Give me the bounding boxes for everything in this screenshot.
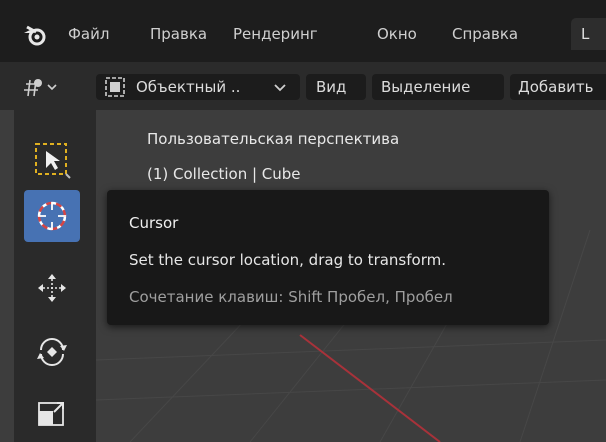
mode-dropdown[interactable]: Объектный .. <box>96 74 300 100</box>
tooltip-title: Cursor <box>129 214 179 232</box>
perspective-label: Пользовательская перспектива <box>147 130 400 148</box>
select-box-tool[interactable] <box>24 134 80 186</box>
menu-file[interactable]: Файл <box>68 24 109 44</box>
cursor-icon <box>37 201 67 231</box>
select-menu-button[interactable]: Выделение <box>372 74 504 100</box>
tooltip-shortcut: Сочетание клавиш: Shift Пробел, Пробел <box>129 288 453 306</box>
cursor-tool[interactable] <box>24 190 80 242</box>
editor-type-button[interactable] <box>20 74 84 100</box>
tooltip-description: Set the cursor location, drag to transfo… <box>129 251 446 269</box>
move-icon <box>38 274 66 302</box>
chevron-down-icon <box>274 84 286 92</box>
view-menu-button[interactable]: Вид <box>306 74 366 100</box>
workspace-tab[interactable]: L <box>571 18 606 50</box>
select-box-icon <box>35 143 71 179</box>
x-axis-line <box>299 334 441 442</box>
menu-window[interactable]: Окно <box>377 24 417 44</box>
top-menu-bar: Файл Правка Рендеринг Окно Справка L <box>0 0 606 62</box>
collection-label: (1) Collection | Cube <box>147 165 301 183</box>
viewport-header: Объектный .. Вид Выделение Добавить <box>0 62 606 110</box>
object-mode-icon <box>105 77 125 97</box>
scale-tool[interactable] <box>24 388 80 440</box>
mode-label: Объектный .. <box>136 78 241 96</box>
menu-edit[interactable]: Правка <box>150 24 207 44</box>
blender-logo-icon[interactable] <box>22 24 48 46</box>
tool-tooltip: Cursor Set the cursor location, drag to … <box>107 190 549 325</box>
move-tool[interactable] <box>24 262 80 314</box>
menu-help[interactable]: Справка <box>452 24 518 44</box>
menu-render[interactable]: Рендеринг <box>233 24 318 44</box>
rotate-icon <box>37 338 67 366</box>
tool-panel <box>14 110 96 442</box>
scale-icon <box>38 402 64 426</box>
add-menu-button[interactable]: Добавить <box>510 74 606 100</box>
rotate-tool[interactable] <box>24 326 80 378</box>
3d-viewport-editor-icon <box>24 79 57 97</box>
